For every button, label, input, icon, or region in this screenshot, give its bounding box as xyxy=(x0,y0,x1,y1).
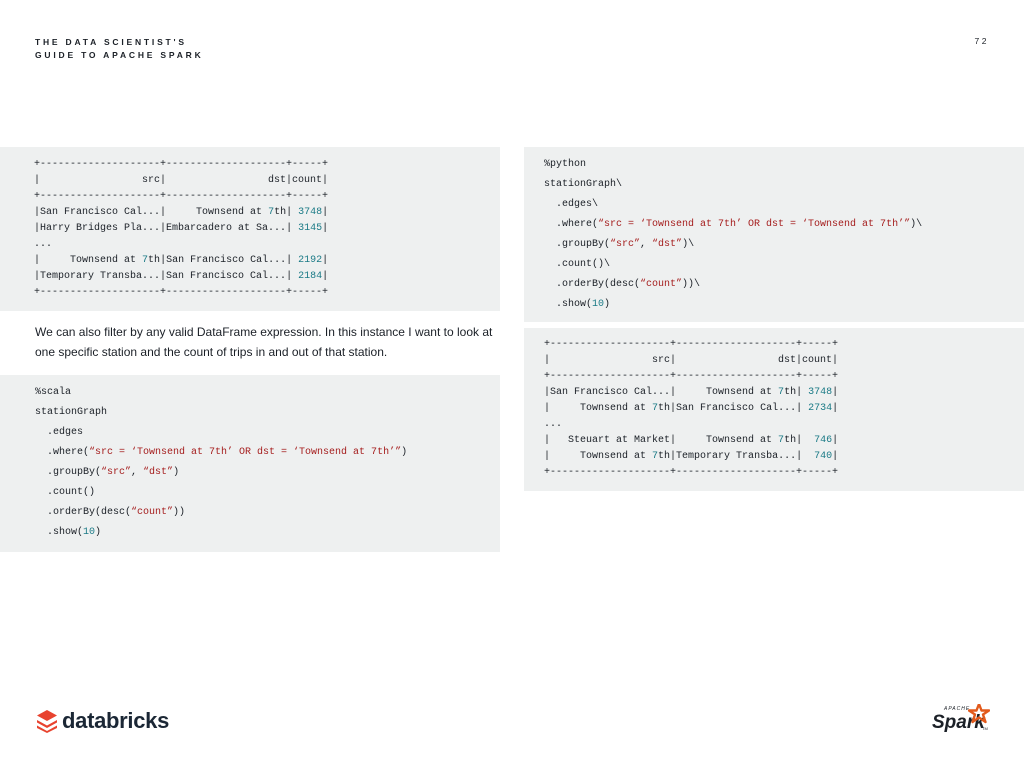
table-row: |San Francisco Cal...| Townsend at 7th| … xyxy=(544,387,839,398)
title-line-1: THE DATA SCIENTIST'S xyxy=(35,37,187,47)
table-border: +--------------------+------------------… xyxy=(34,191,329,202)
table-border: +--------------------+------------------… xyxy=(34,159,329,170)
python-code-panel: %python stationGraph\ .edges\ .where(“sr… xyxy=(524,147,1024,322)
table-header-row: | src| dst|count| xyxy=(34,175,329,186)
table-ellipsis: ... xyxy=(544,419,563,430)
table-row: | Steuart at Market| Townsend at 7th| 74… xyxy=(544,435,839,446)
table-row: | Townsend at 7th|San Francisco Cal...| … xyxy=(34,255,329,266)
spark-star-icon xyxy=(968,704,990,724)
python-code-block: %python stationGraph\ .edges\ .where(“sr… xyxy=(544,159,923,310)
spark-tm-label: TM xyxy=(982,726,988,731)
body-paragraph: We can also filter by any valid DataFram… xyxy=(35,325,493,359)
apache-spark-logo: APACHE Spark TM xyxy=(930,704,994,738)
databricks-icon xyxy=(37,710,57,733)
output-table-1-panel: +--------------------+------------------… xyxy=(0,147,500,311)
table-row: | Townsend at 7th|San Francisco Cal...| … xyxy=(544,403,839,414)
databricks-wordmark: databricks xyxy=(62,708,170,733)
table-border: +--------------------+------------------… xyxy=(544,339,839,350)
scala-code-block: %scala stationGraph .edges .where(“src =… xyxy=(35,387,408,538)
table-row: |San Francisco Cal...| Townsend at 7th| … xyxy=(34,207,329,218)
page-number: 72 xyxy=(974,36,989,46)
table-row: | Townsend at 7th|Temporary Transba...| … xyxy=(544,451,839,462)
code-magic: %scala xyxy=(35,387,72,398)
output-table-2: +--------------------+------------------… xyxy=(544,337,838,481)
code-magic: %python xyxy=(544,159,587,170)
scala-code-panel: %scala stationGraph .edges .where(“src =… xyxy=(0,375,500,552)
document-title: THE DATA SCIENTIST'S GUIDE TO APACHE SPA… xyxy=(35,36,204,62)
output-table-1: +--------------------+------------------… xyxy=(34,157,328,301)
table-ellipsis: ... xyxy=(34,239,53,250)
title-line-2: GUIDE TO APACHE SPARK xyxy=(35,50,204,60)
table-border: +--------------------+------------------… xyxy=(34,287,329,298)
table-header-row: | src| dst|count| xyxy=(544,355,839,366)
output-table-2-panel: +--------------------+------------------… xyxy=(524,328,1024,491)
table-row: |Temporary Transba...|San Francisco Cal.… xyxy=(34,271,329,282)
table-border: +--------------------+------------------… xyxy=(544,371,839,382)
databricks-logo: databricks xyxy=(36,708,169,734)
table-border: +--------------------+------------------… xyxy=(544,467,839,478)
table-row: |Harry Bridges Pla...|Embarcadero at Sa.… xyxy=(34,223,329,234)
